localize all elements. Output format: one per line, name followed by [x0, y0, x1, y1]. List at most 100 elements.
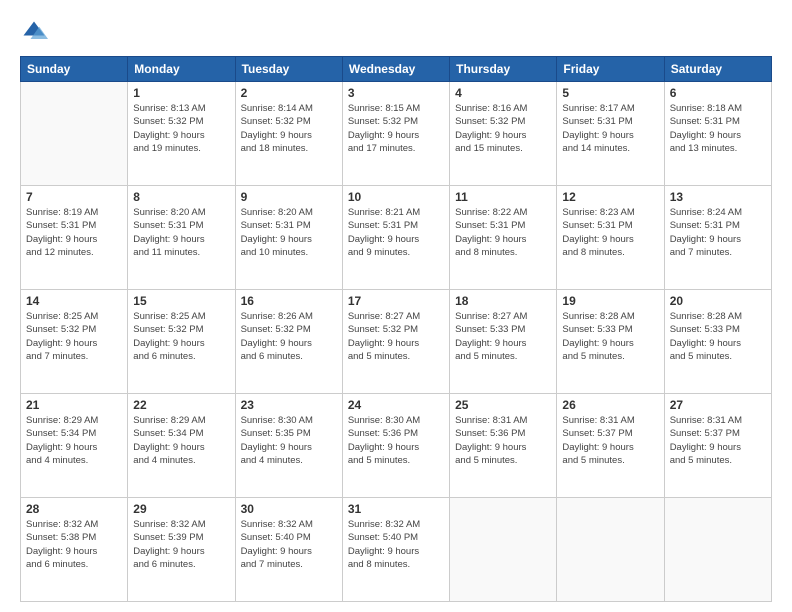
day-number: 16: [241, 294, 337, 308]
day-info: Sunrise: 8:22 AMSunset: 5:31 PMDaylight:…: [455, 206, 551, 259]
day-number: 25: [455, 398, 551, 412]
calendar-day-cell: [664, 498, 771, 602]
calendar-day-cell: 22Sunrise: 8:29 AMSunset: 5:34 PMDayligh…: [128, 394, 235, 498]
header: [20, 18, 772, 46]
calendar-day-cell: 23 Sunrise: 8:30 AMSunset: 5:35 PMDayligh…: [235, 394, 342, 498]
day-number: 10: [348, 190, 444, 204]
day-number: 8: [133, 190, 229, 204]
day-number: 19: [562, 294, 658, 308]
calendar-day-header: Thursday: [450, 57, 557, 82]
calendar-day-cell: 2Sunrise: 8:14 AMSunset: 5:32 PMDaylight…: [235, 82, 342, 186]
day-info: Sunrise: 8:31 AMSunset: 5:37 PMDaylight:…: [562, 414, 658, 467]
calendar-day-cell: [557, 498, 664, 602]
day-info: Sunrise: 8:20 AMSunset: 5:31 PMDaylight:…: [133, 206, 229, 259]
day-number: 9: [241, 190, 337, 204]
day-number: 12: [562, 190, 658, 204]
day-number: 13: [670, 190, 766, 204]
day-number: 23: [241, 398, 337, 412]
day-info: Sunrise: 8:32 AMSunset: 5:40 PMDaylight:…: [348, 518, 444, 571]
calendar-day-cell: 4 Sunrise: 8:16 AMSunset: 5:32 PMDaylight…: [450, 82, 557, 186]
day-info: Sunrise: 8:17 AMSunset: 5:31 PMDaylight:…: [562, 102, 658, 155]
day-info: Sunrise: 8:16 AMSunset: 5:32 PMDaylight:…: [455, 102, 551, 155]
day-number: 26: [562, 398, 658, 412]
day-info: Sunrise: 8:25 AMSunset: 5:32 PMDaylight:…: [133, 310, 229, 363]
calendar-day-cell: 5 Sunrise: 8:17 AMSunset: 5:31 PMDaylight…: [557, 82, 664, 186]
calendar-day-cell: 7 Sunrise: 8:19 AMSunset: 5:31 PMDaylight…: [21, 186, 128, 290]
calendar-day-header: Tuesday: [235, 57, 342, 82]
calendar-week-row: 14Sunrise: 8:25 AMSunset: 5:32 PMDayligh…: [21, 290, 772, 394]
calendar-day-header: Saturday: [664, 57, 771, 82]
day-info: Sunrise: 8:28 AMSunset: 5:33 PMDaylight:…: [670, 310, 766, 363]
day-number: 28: [26, 502, 122, 516]
calendar-day-cell: 1 Sunrise: 8:13 AMSunset: 5:32 PMDaylight…: [128, 82, 235, 186]
calendar-table: SundayMondayTuesdayWednesdayThursdayFrid…: [20, 56, 772, 602]
calendar-day-cell: 27Sunrise: 8:31 AMSunset: 5:37 PMDayligh…: [664, 394, 771, 498]
day-info: Sunrise: 8:21 AMSunset: 5:31 PMDaylight:…: [348, 206, 444, 259]
calendar-day-cell: 15 Sunrise: 8:25 AMSunset: 5:32 PMDayligh…: [128, 290, 235, 394]
day-number: 30: [241, 502, 337, 516]
calendar-day-cell: 11Sunrise: 8:22 AMSunset: 5:31 PMDayligh…: [450, 186, 557, 290]
calendar-day-cell: 18Sunrise: 8:27 AMSunset: 5:33 PMDayligh…: [450, 290, 557, 394]
day-info: Sunrise: 8:32 AMSunset: 5:40 PMDaylight:…: [241, 518, 337, 571]
calendar-day-cell: 9 Sunrise: 8:20 AMSunset: 5:31 PMDaylight…: [235, 186, 342, 290]
calendar-header-row: SundayMondayTuesdayWednesdayThursdayFrid…: [21, 57, 772, 82]
day-info: Sunrise: 8:29 AMSunset: 5:34 PMDaylight:…: [133, 414, 229, 467]
day-info: Sunrise: 8:23 AMSunset: 5:31 PMDaylight:…: [562, 206, 658, 259]
day-number: 1: [133, 86, 229, 100]
day-number: 7: [26, 190, 122, 204]
day-info: Sunrise: 8:27 AMSunset: 5:33 PMDaylight:…: [455, 310, 551, 363]
calendar-day-cell: 12 Sunrise: 8:23 AMSunset: 5:31 PMDayligh…: [557, 186, 664, 290]
day-number: 15: [133, 294, 229, 308]
calendar-day-cell: 21 Sunrise: 8:29 AMSunset: 5:34 PMDayligh…: [21, 394, 128, 498]
day-info: Sunrise: 8:13 AMSunset: 5:32 PMDaylight:…: [133, 102, 229, 155]
day-number: 24: [348, 398, 444, 412]
day-info: Sunrise: 8:29 AMSunset: 5:34 PMDaylight:…: [26, 414, 122, 467]
calendar-day-header: Friday: [557, 57, 664, 82]
day-info: Sunrise: 8:30 AMSunset: 5:35 PMDaylight:…: [241, 414, 337, 467]
day-number: 29: [133, 502, 229, 516]
calendar-day-cell: 24 Sunrise: 8:30 AMSunset: 5:36 PMDayligh…: [342, 394, 449, 498]
day-info: Sunrise: 8:26 AMSunset: 5:32 PMDaylight:…: [241, 310, 337, 363]
day-info: Sunrise: 8:28 AMSunset: 5:33 PMDaylight:…: [562, 310, 658, 363]
calendar-day-cell: 16 Sunrise: 8:26 AMSunset: 5:32 PMDayligh…: [235, 290, 342, 394]
calendar-week-row: 1 Sunrise: 8:13 AMSunset: 5:32 PMDaylight…: [21, 82, 772, 186]
calendar-week-row: 28 Sunrise: 8:32 AMSunset: 5:38 PMDayligh…: [21, 498, 772, 602]
calendar-day-header: Monday: [128, 57, 235, 82]
calendar-day-cell: 25 Sunrise: 8:31 AMSunset: 5:36 PMDayligh…: [450, 394, 557, 498]
day-number: 20: [670, 294, 766, 308]
calendar-day-cell: 3Sunrise: 8:15 AMSunset: 5:32 PMDaylight…: [342, 82, 449, 186]
calendar-day-cell: 6Sunrise: 8:18 AMSunset: 5:31 PMDaylight…: [664, 82, 771, 186]
day-info: Sunrise: 8:32 AMSunset: 5:38 PMDaylight:…: [26, 518, 122, 571]
day-number: 2: [241, 86, 337, 100]
calendar-week-row: 21 Sunrise: 8:29 AMSunset: 5:34 PMDayligh…: [21, 394, 772, 498]
logo: [20, 18, 52, 46]
calendar-day-cell: 29 Sunrise: 8:32 AMSunset: 5:39 PMDayligh…: [128, 498, 235, 602]
calendar-day-cell: 26 Sunrise: 8:31 AMSunset: 5:37 PMDayligh…: [557, 394, 664, 498]
calendar-day-cell: 31Sunrise: 8:32 AMSunset: 5:40 PMDayligh…: [342, 498, 449, 602]
calendar-day-header: Sunday: [21, 57, 128, 82]
day-info: Sunrise: 8:32 AMSunset: 5:39 PMDaylight:…: [133, 518, 229, 571]
logo-icon: [20, 18, 48, 46]
day-number: 17: [348, 294, 444, 308]
calendar-day-cell: 30 Sunrise: 8:32 AMSunset: 5:40 PMDayligh…: [235, 498, 342, 602]
calendar-week-row: 7 Sunrise: 8:19 AMSunset: 5:31 PMDaylight…: [21, 186, 772, 290]
day-number: 3: [348, 86, 444, 100]
day-number: 4: [455, 86, 551, 100]
calendar-day-cell: [450, 498, 557, 602]
day-info: Sunrise: 8:31 AMSunset: 5:36 PMDaylight:…: [455, 414, 551, 467]
day-number: 27: [670, 398, 766, 412]
day-info: Sunrise: 8:19 AMSunset: 5:31 PMDaylight:…: [26, 206, 122, 259]
day-number: 21: [26, 398, 122, 412]
calendar-day-cell: [21, 82, 128, 186]
calendar-day-header: Wednesday: [342, 57, 449, 82]
day-info: Sunrise: 8:25 AMSunset: 5:32 PMDaylight:…: [26, 310, 122, 363]
day-number: 5: [562, 86, 658, 100]
day-info: Sunrise: 8:20 AMSunset: 5:31 PMDaylight:…: [241, 206, 337, 259]
day-info: Sunrise: 8:30 AMSunset: 5:36 PMDaylight:…: [348, 414, 444, 467]
day-info: Sunrise: 8:24 AMSunset: 5:31 PMDaylight:…: [670, 206, 766, 259]
calendar-day-cell: 28 Sunrise: 8:32 AMSunset: 5:38 PMDayligh…: [21, 498, 128, 602]
day-number: 6: [670, 86, 766, 100]
calendar-day-cell: 20 Sunrise: 8:28 AMSunset: 5:33 PMDayligh…: [664, 290, 771, 394]
calendar-day-cell: 19 Sunrise: 8:28 AMSunset: 5:33 PMDayligh…: [557, 290, 664, 394]
calendar-day-cell: 8 Sunrise: 8:20 AMSunset: 5:31 PMDaylight…: [128, 186, 235, 290]
